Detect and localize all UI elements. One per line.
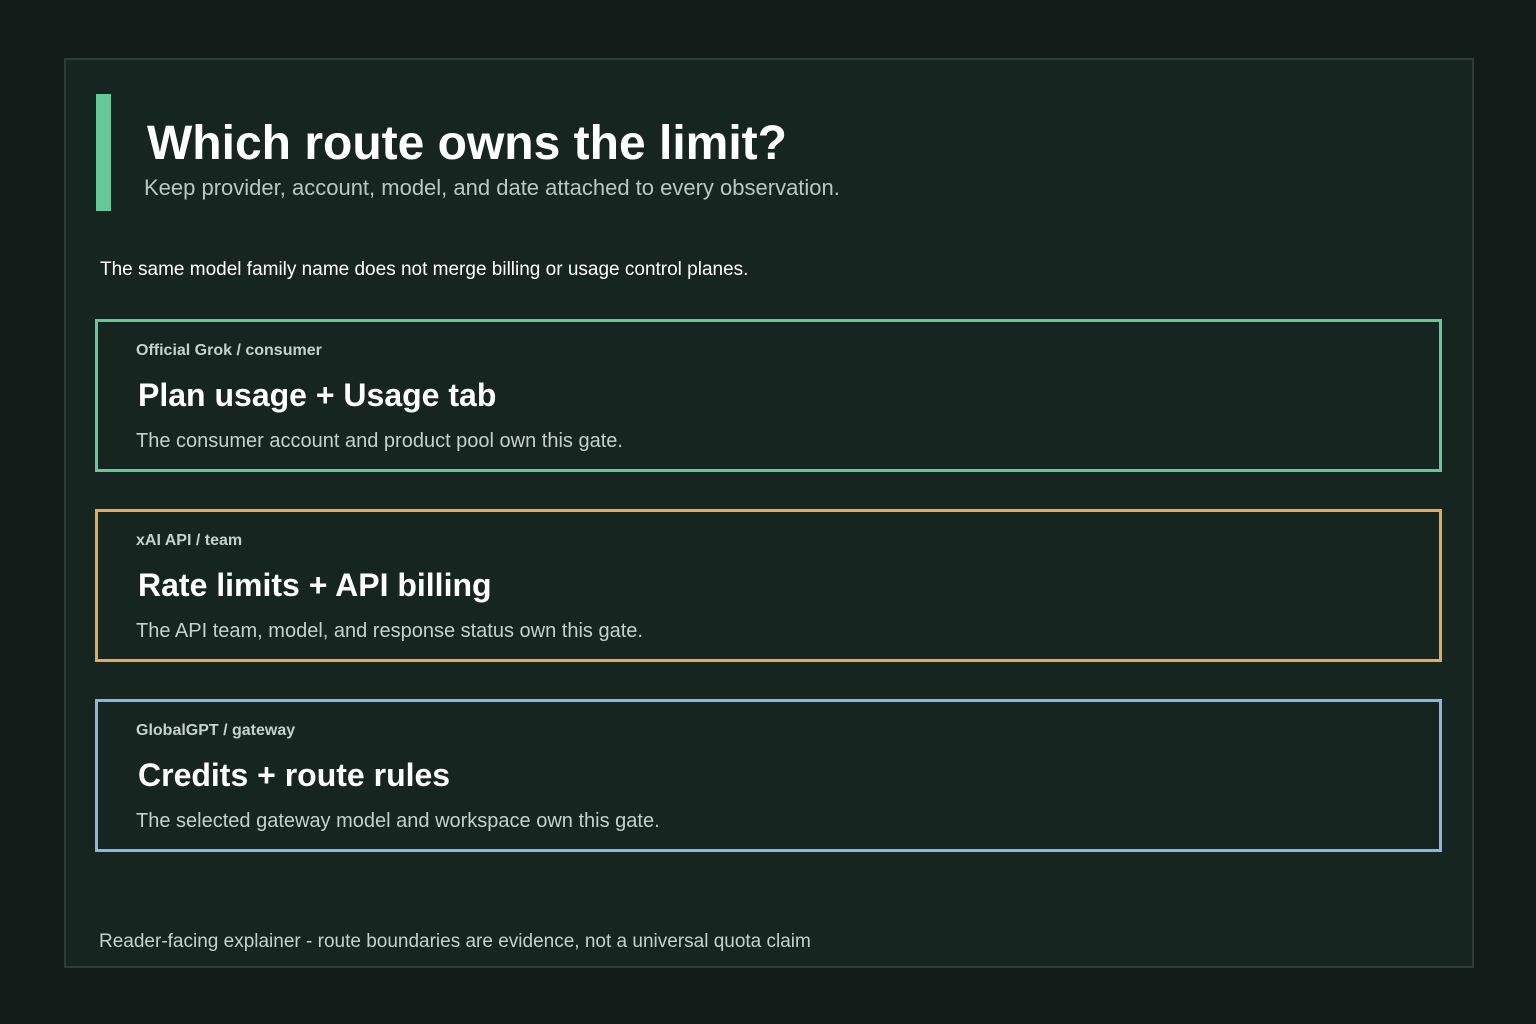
route-card-description: The API team, model, and response status…	[136, 620, 643, 642]
route-card-label: xAI API / team	[136, 532, 243, 549]
route-card-title: Plan usage + Usage tab	[138, 377, 497, 413]
intro-text: The same model family name does not merg…	[100, 259, 749, 280]
footer-note: Reader-facing explainer - route boundari…	[99, 931, 811, 952]
route-card-label: GlobalGPT / gateway	[136, 722, 296, 739]
title-accent-bar	[96, 94, 111, 211]
route-card-gateway: GlobalGPT / gateway Credits + route rule…	[95, 699, 1442, 852]
route-card-title: Credits + route rules	[138, 757, 451, 793]
route-card-label: Official Grok / consumer	[136, 342, 322, 359]
route-card-api: xAI API / team Rate limits + API billing…	[95, 509, 1442, 662]
page-title: Which route owns the limit?	[147, 117, 787, 170]
route-card-description: The consumer account and product pool ow…	[136, 430, 623, 452]
route-card-description: The selected gateway model and workspace…	[136, 810, 660, 832]
route-card-title: Rate limits + API billing	[138, 567, 492, 603]
page-subtitle: Keep provider, account, model, and date …	[144, 175, 840, 200]
route-card-consumer: Official Grok / consumer Plan usage + Us…	[95, 319, 1442, 472]
